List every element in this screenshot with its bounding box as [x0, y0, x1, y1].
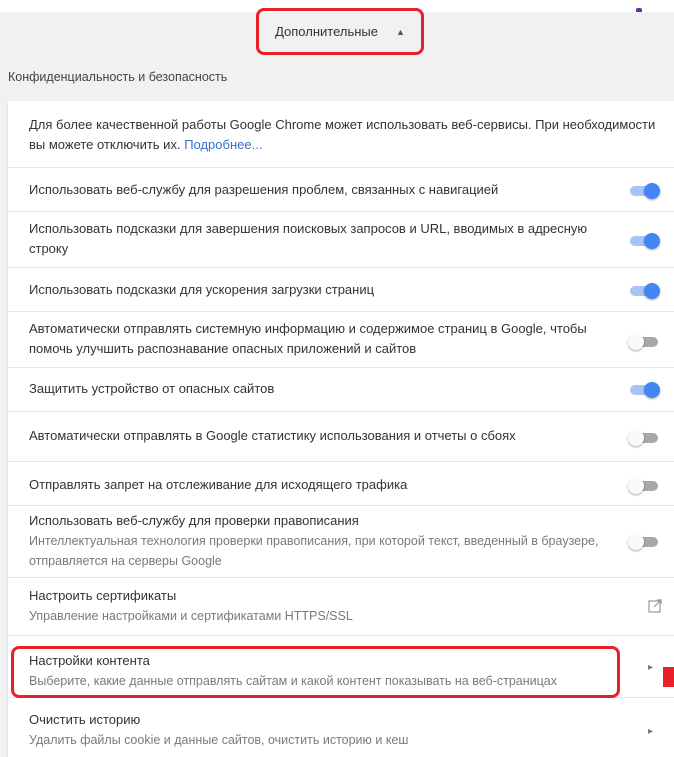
privacy-settings-card: Для более качественной работы Google Chr… [8, 101, 674, 757]
toggle-label: Использовать подсказки для ускорения заг… [29, 282, 375, 297]
toggle-switch[interactable] [630, 233, 660, 249]
chevron-right-icon[interactable]: ▸ [648, 726, 653, 737]
toggle-switch[interactable] [630, 183, 660, 199]
toggle-row-protect-device[interactable]: Защитить устройство от опасных сайтов [8, 367, 674, 411]
section-title: Конфиденциальность и безопасность [8, 70, 228, 84]
advanced-settings-label: Дополнительные [275, 24, 378, 39]
toggle-switch[interactable] [628, 430, 660, 446]
intro-row: Для более качественной работы Google Chr… [8, 101, 674, 167]
toggle-label: Использовать веб-службу для разрешения п… [29, 182, 499, 197]
clear-history-row[interactable]: Очистить историю Удалить файлы cookie и … [8, 697, 674, 757]
toggle-row-suggestions[interactable]: Использовать подсказки для завершения по… [8, 211, 674, 267]
toggle-row-do-not-track[interactable]: Отправлять запрет на отслеживание для ис… [8, 461, 674, 505]
toggle-switch[interactable] [630, 382, 660, 398]
link-description: Удалить файлы cookie и данные сайтов, оч… [29, 733, 409, 747]
link-label: Настройки контента [29, 653, 150, 668]
toggle-label: Автоматически отправлять в Google статис… [29, 428, 516, 443]
link-label-group: Настройки контента Выберите, какие данны… [29, 651, 609, 691]
toggle-label: Отправлять запрет на отслеживание для ис… [29, 477, 408, 492]
link-description: Управление настройками и сертификатами H… [29, 609, 353, 623]
toggle-row-prefetch[interactable]: Использовать подсказки для ускорения заг… [8, 267, 674, 311]
link-label-group: Очистить историю Удалить файлы cookie и … [29, 710, 609, 750]
intro-description: Для более качественной работы Google Chr… [29, 117, 656, 152]
external-link-icon[interactable] [648, 599, 662, 613]
toggle-switch[interactable] [628, 334, 660, 350]
learn-more-link[interactable]: Подробнее... [184, 137, 262, 152]
red-annotation-marker [663, 667, 674, 687]
toggle-row-navigation[interactable]: Использовать веб-службу для разрешения п… [8, 167, 674, 211]
toggle-label: Использовать веб-службу для проверки пра… [29, 513, 359, 528]
toggle-description: Интеллектуальная технология проверки пра… [29, 534, 599, 568]
toggle-label-group: Использовать веб-службу для проверки пра… [29, 511, 609, 571]
toggle-label: Автоматически отправлять системную инфор… [29, 321, 587, 356]
advanced-settings-button[interactable]: Дополнительные ▲ [256, 8, 424, 55]
chevron-right-icon[interactable]: ▸ [648, 662, 653, 673]
toggle-switch[interactable] [628, 534, 660, 550]
intro-text: Для более качественной работы Google Chr… [29, 115, 669, 155]
toggle-switch[interactable] [630, 283, 660, 299]
toggle-row-safe-browsing-report[interactable]: Автоматически отправлять системную инфор… [8, 311, 674, 367]
caret-up-icon: ▲ [396, 26, 405, 37]
link-label: Настроить сертификаты [29, 588, 177, 603]
link-label-group: Настроить сертификаты Управление настрой… [29, 586, 609, 626]
toggle-row-usage-stats[interactable]: Автоматически отправлять в Google статис… [8, 411, 674, 461]
link-label: Очистить историю [29, 712, 141, 727]
toggle-label: Защитить устройство от опасных сайтов [29, 381, 275, 396]
manage-certificates-row[interactable]: Настроить сертификаты Управление настрой… [8, 577, 674, 635]
link-description: Выберите, какие данные отправлять сайтам… [29, 674, 557, 688]
toggle-switch[interactable] [628, 478, 660, 494]
toggle-label: Использовать подсказки для завершения по… [29, 221, 588, 256]
toggle-row-spellcheck[interactable]: Использовать веб-службу для проверки пра… [8, 505, 674, 577]
content-settings-row[interactable]: Настройки контента Выберите, какие данны… [8, 635, 674, 697]
